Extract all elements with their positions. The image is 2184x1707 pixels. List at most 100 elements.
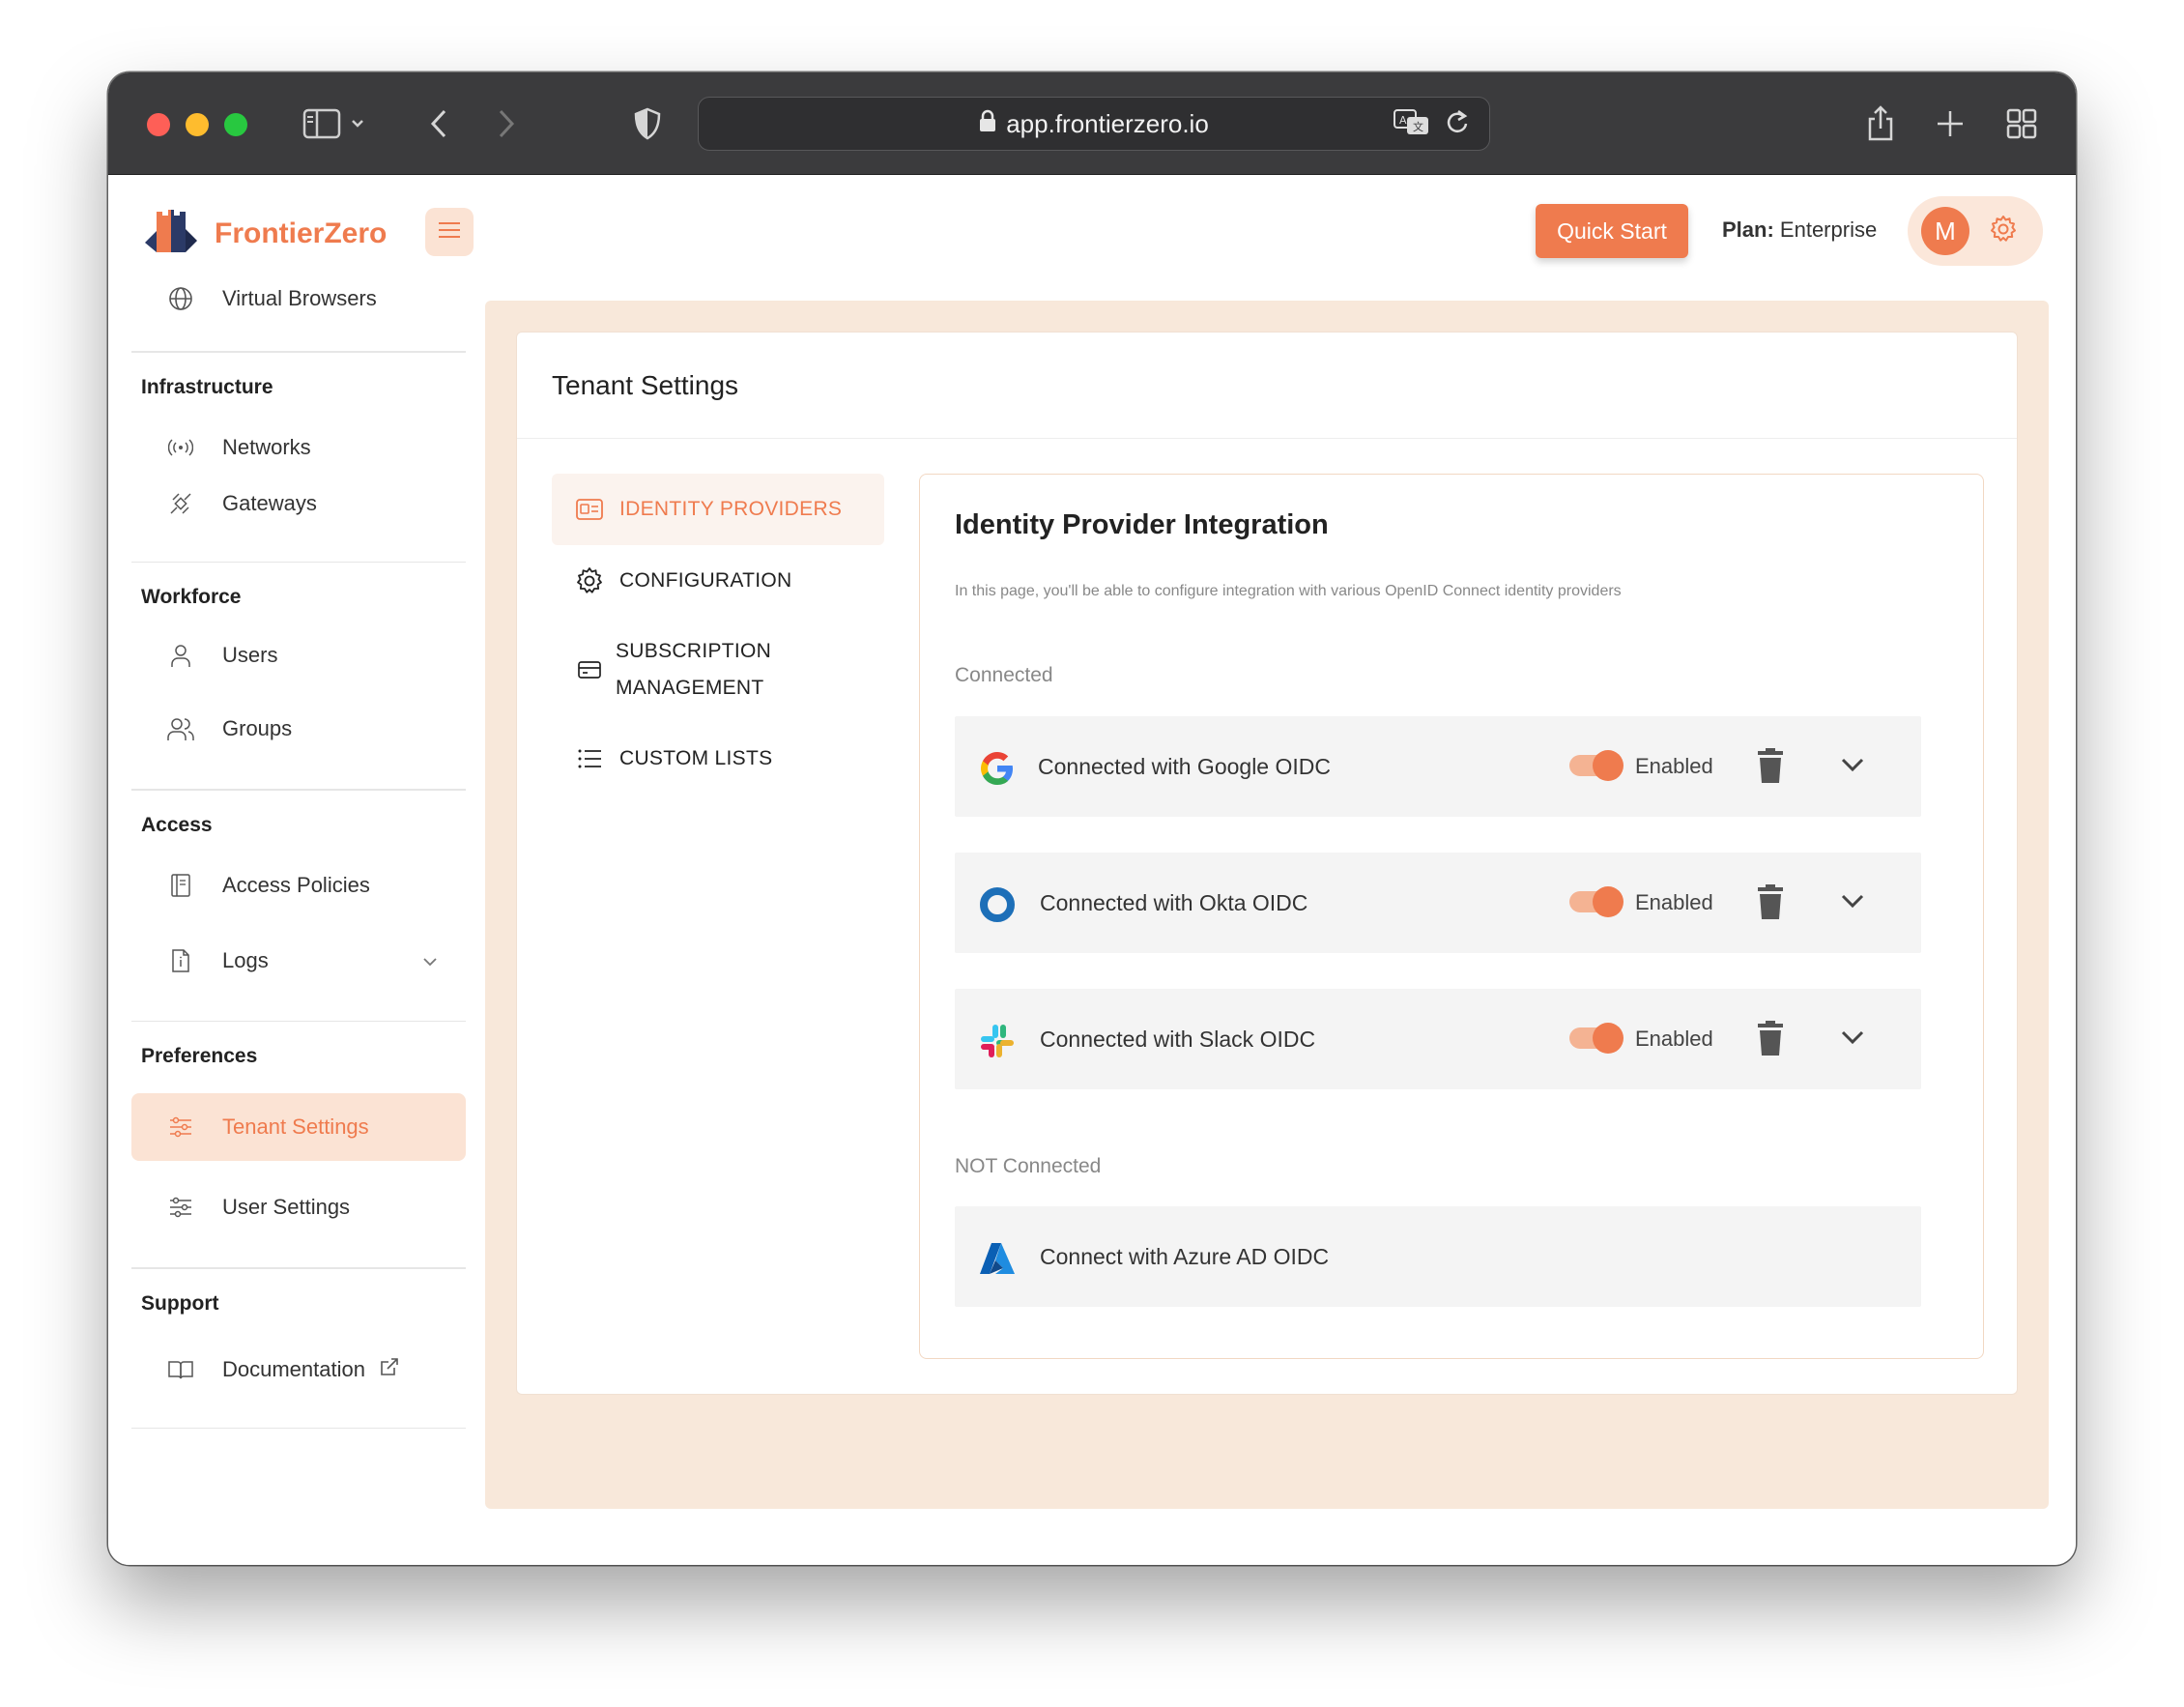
sidebar-item-logs[interactable]: Logs [131, 934, 466, 988]
forward-icon[interactable] [487, 101, 526, 146]
sidebar-item-networks[interactable]: Networks [131, 420, 466, 475]
list-icon [575, 746, 604, 771]
toggle-knob [1593, 750, 1624, 781]
quick-start-button[interactable]: Quick Start [1536, 204, 1688, 258]
globe-icon [166, 286, 195, 311]
trash-icon[interactable] [1757, 1020, 1784, 1061]
google-logo-icon [978, 749, 1017, 788]
tab-label: CONFIGURATION [619, 569, 792, 592]
chevron-down-icon[interactable] [421, 951, 439, 976]
castle-logo-icon [143, 204, 199, 263]
plan-indicator: Plan: Enterprise [1722, 217, 1877, 243]
connected-heading: Connected [955, 664, 1053, 686]
toggle-knob [1593, 886, 1624, 917]
sidebar-item-label: Virtual Browsers [222, 286, 377, 310]
okta-logo-icon [978, 885, 1017, 924]
tab-custom-lists[interactable]: CUSTOM LISTS [552, 723, 884, 795]
panel-description: In this page, you'll be able to configur… [955, 583, 1622, 599]
shield-icon[interactable] [628, 101, 667, 146]
plan-label: Plan: [1722, 217, 1774, 242]
lock-icon [979, 109, 996, 139]
tab-configuration[interactable]: CONFIGURATION [552, 545, 884, 617]
section-title-workforce: Workforce [141, 586, 242, 608]
brand-logo[interactable]: FrontierZero [143, 204, 387, 263]
app-root: FrontierZero Quick Start Plan: Enterpris… [108, 175, 2076, 1565]
user-menu[interactable]: M [1908, 196, 2043, 266]
enable-toggle[interactable] [1569, 886, 1624, 917]
close-window-button[interactable] [147, 113, 170, 136]
minimize-window-button[interactable] [186, 113, 209, 136]
document-icon [166, 948, 195, 973]
sidebar-divider [131, 1427, 466, 1429]
satellite-icon [166, 491, 195, 516]
tab-label: SUBSCRIPTION [616, 640, 772, 662]
id-card-icon [575, 497, 604, 522]
provider-row-slack[interactable]: Connected with Slack OIDC Enabled [955, 989, 1921, 1089]
book-open-icon [166, 1359, 195, 1380]
sidebar-item-gateways[interactable]: Gateways [131, 477, 466, 531]
provider-row-google[interactable]: Connected with Google OIDC Enabled [955, 716, 1921, 817]
sidebar: Virtual Browsers Infrastructure Networks… [131, 272, 466, 1429]
reload-icon[interactable] [1445, 108, 1470, 142]
sidebar-item-users[interactable]: Users [131, 628, 466, 682]
sidebar-item-virtual-browsers[interactable]: Virtual Browsers [131, 272, 466, 326]
tab-label-wrap: SUBSCRIPTION MANAGEMENT [616, 633, 771, 707]
section-title-infrastructure: Infrastructure [141, 375, 273, 398]
sidebar-item-label: Users [222, 643, 278, 667]
status-label: Enabled [1635, 890, 1713, 914]
sidebar-item-label: Access Policies [222, 872, 370, 897]
sidebar-item-documentation[interactable]: Documentation [131, 1343, 466, 1397]
sidebar-item-label: Documentation [222, 1356, 365, 1381]
azure-logo-icon [978, 1239, 1017, 1278]
settings-tabs: IDENTITY PROVIDERS CONFIGURATION SUBSCRI… [552, 474, 884, 795]
status-label: Enabled [1635, 754, 1713, 778]
enable-toggle[interactable] [1569, 1023, 1624, 1054]
section-title-access: Access [141, 813, 213, 836]
tab-subscription-management[interactable]: SUBSCRIPTION MANAGEMENT [552, 617, 884, 723]
enable-toggle[interactable] [1569, 750, 1624, 781]
url-text: app.frontierzero.io [1006, 108, 1209, 138]
maximize-window-button[interactable] [224, 113, 247, 136]
sidebar-item-access-policies[interactable]: Access Policies [131, 858, 466, 912]
sidebar-item-label: Groups [222, 716, 293, 740]
hamburger-menu-button[interactable] [425, 208, 474, 256]
tab-label: CUSTOM LISTS [619, 747, 773, 769]
gear-icon[interactable] [1989, 215, 2018, 248]
panel-title: Identity Provider Integration [955, 509, 1329, 540]
new-tab-icon[interactable] [1931, 101, 1969, 146]
page-title: Tenant Settings [517, 333, 2017, 439]
policy-book-icon [166, 873, 195, 898]
provider-row-azure[interactable]: Connect with Azure AD OIDC [955, 1206, 1921, 1307]
section-title-preferences: Preferences [141, 1045, 258, 1067]
sidebar-item-groups[interactable]: Groups [131, 702, 466, 756]
trash-icon[interactable] [1757, 747, 1784, 789]
chevron-down-icon[interactable] [1840, 1027, 1865, 1052]
chevron-down-icon[interactable] [1840, 891, 1865, 915]
gear-icon [575, 566, 604, 595]
back-icon[interactable] [419, 101, 458, 146]
tab-identity-providers[interactable]: IDENTITY PROVIDERS [552, 474, 884, 545]
trash-icon[interactable] [1757, 883, 1784, 925]
tab-overview-icon[interactable] [2002, 101, 2041, 146]
share-icon[interactable] [1861, 101, 1900, 146]
sidebar-item-tenant-settings[interactable]: Tenant Settings [131, 1093, 466, 1161]
provider-name: Connected with Okta OIDC [1040, 889, 1308, 915]
provider-row-okta[interactable]: Connected with Okta OIDC Enabled [955, 853, 1921, 953]
tab-label: IDENTITY PROVIDERS [619, 498, 843, 520]
translate-icon[interactable]: A文 [1393, 107, 1431, 143]
toggle-knob [1593, 1023, 1624, 1054]
browser-titlebar: app.frontierzero.io A文 [108, 72, 2076, 175]
sidebar-item-label: Logs [222, 947, 269, 972]
address-bar[interactable]: app.frontierzero.io A文 [698, 97, 1490, 151]
sidebar-toggle-icon[interactable] [298, 101, 375, 146]
identity-provider-panel: Identity Provider Integration In this pa… [919, 474, 1984, 1359]
sidebar-item-label: Tenant Settings [222, 1114, 369, 1139]
sidebar-item-label: Networks [222, 434, 311, 459]
external-link-icon[interactable] [379, 1356, 400, 1383]
svg-text:文: 文 [1413, 120, 1423, 133]
sidebar-item-user-settings[interactable]: User Settings [131, 1180, 466, 1234]
provider-name: Connected with Slack OIDC [1040, 1026, 1316, 1052]
sliders-icon [166, 1196, 195, 1219]
chevron-down-icon[interactable] [1840, 755, 1865, 779]
avatar[interactable]: M [1921, 207, 1969, 255]
